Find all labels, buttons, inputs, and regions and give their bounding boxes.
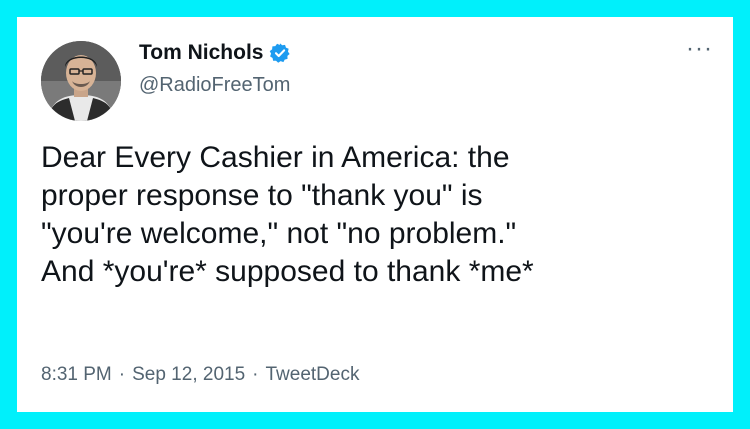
author-name-row: Tom Nichols [139, 41, 291, 65]
tweet-card: Tom Nichols @RadioFreeTom ··· Dear Every… [17, 17, 733, 412]
tweet-date[interactable]: Sep 12, 2015 [132, 364, 245, 386]
avatar[interactable] [41, 41, 121, 121]
more-options-icon[interactable]: ··· [686, 35, 713, 63]
tweet-meta: 8:31 PM · Sep 12, 2015 · TweetDeck [41, 364, 359, 386]
profile-photo-icon [41, 41, 121, 121]
verified-badge-icon [270, 43, 291, 63]
meta-separator: · [118, 364, 126, 385]
author-display-name[interactable]: Tom Nichols [139, 41, 263, 65]
tweet-time[interactable]: 8:31 PM [41, 364, 112, 386]
author-handle[interactable]: @RadioFreeTom [139, 74, 290, 97]
tweet-text: Dear Every Cashier in America: the prope… [41, 141, 534, 288]
meta-separator: · [252, 364, 259, 385]
tweet-source[interactable]: TweetDeck [265, 364, 359, 386]
